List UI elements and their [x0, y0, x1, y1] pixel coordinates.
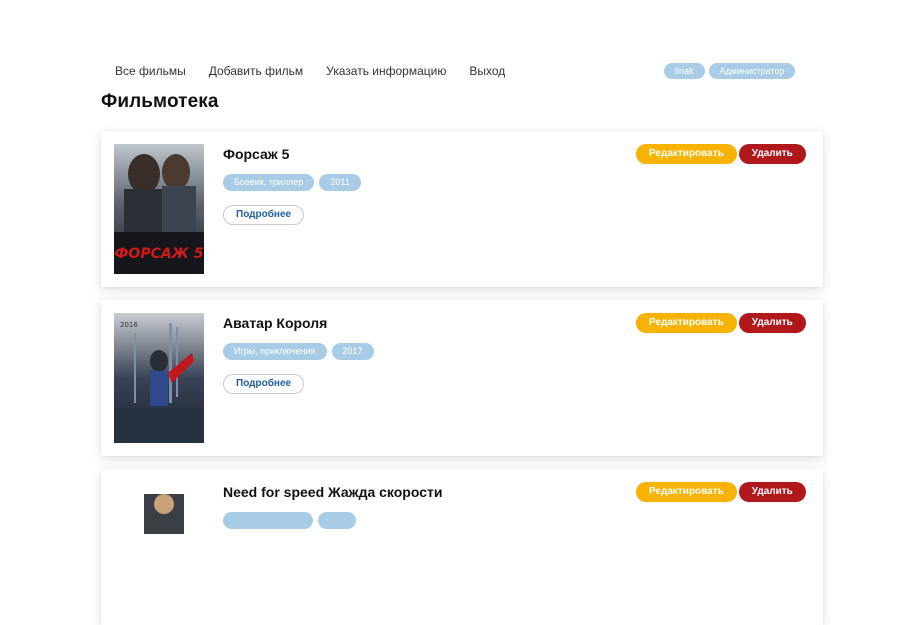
svg-text:2016: 2016: [120, 321, 138, 329]
film-card: ФОРСАЖ 5 Форсаж 5 Боевик, триллер 2011 П…: [101, 131, 823, 287]
nav-all-films[interactable]: Все фильмы: [115, 64, 186, 78]
edit-button[interactable]: Редактировать: [636, 144, 737, 164]
film-title: Need for speed Жажда скорости: [223, 484, 443, 500]
film-title: Форсаж 5: [223, 146, 290, 162]
film-actions: Редактировать Удалить: [636, 482, 806, 502]
poster-kings-avatar: 2016: [114, 313, 204, 443]
details-button[interactable]: Подробнее: [223, 374, 305, 394]
film-actions: Редактировать Удалить: [636, 313, 806, 333]
film-tags: Игры, приключения 2017: [223, 343, 374, 360]
delete-button[interactable]: Удалить: [738, 313, 806, 333]
details-button[interactable]: Подробнее: [223, 205, 305, 225]
delete-button[interactable]: Удалить: [738, 144, 806, 164]
edit-button[interactable]: Редактировать: [636, 482, 737, 502]
top-nav: Все фильмы Добавить фильм Указать информ…: [115, 64, 528, 78]
edit-button[interactable]: Редактировать: [636, 313, 737, 333]
year-tag: 2017: [331, 343, 374, 360]
poster-need-for-speed: [114, 482, 204, 612]
film-actions: Редактировать Удалить: [636, 144, 806, 164]
user-role-badge: Администратор: [708, 63, 796, 79]
genre-tag: [223, 512, 313, 529]
nav-add-film[interactable]: Добавить фильм: [209, 64, 303, 78]
svg-text:ФОРСАЖ 5: ФОРСАЖ 5: [115, 246, 204, 262]
year-tag: [318, 512, 356, 529]
genre-tag: Игры, приключения: [223, 343, 327, 360]
user-login-badge: linak: [664, 63, 705, 79]
film-card: Need for speed Жажда скорости Редактиров…: [101, 469, 823, 625]
user-badges: linak Администратор: [664, 63, 796, 79]
genre-tag: Боевик, триллер: [223, 174, 315, 191]
delete-button[interactable]: Удалить: [738, 482, 806, 502]
film-title: Аватар Короля: [223, 315, 328, 331]
nav-set-info[interactable]: Указать информацию: [326, 64, 446, 78]
nav-logout[interactable]: Выход: [469, 64, 505, 78]
film-tags: [223, 512, 356, 529]
poster-fast-five: ФОРСАЖ 5: [114, 144, 204, 274]
year-tag: 2011: [319, 174, 361, 191]
page-title: Фильмотека: [101, 91, 219, 112]
film-card: 2016 Аватар Короля Игры, приключения 201…: [101, 300, 823, 456]
film-tags: Боевик, триллер 2011: [223, 174, 361, 191]
